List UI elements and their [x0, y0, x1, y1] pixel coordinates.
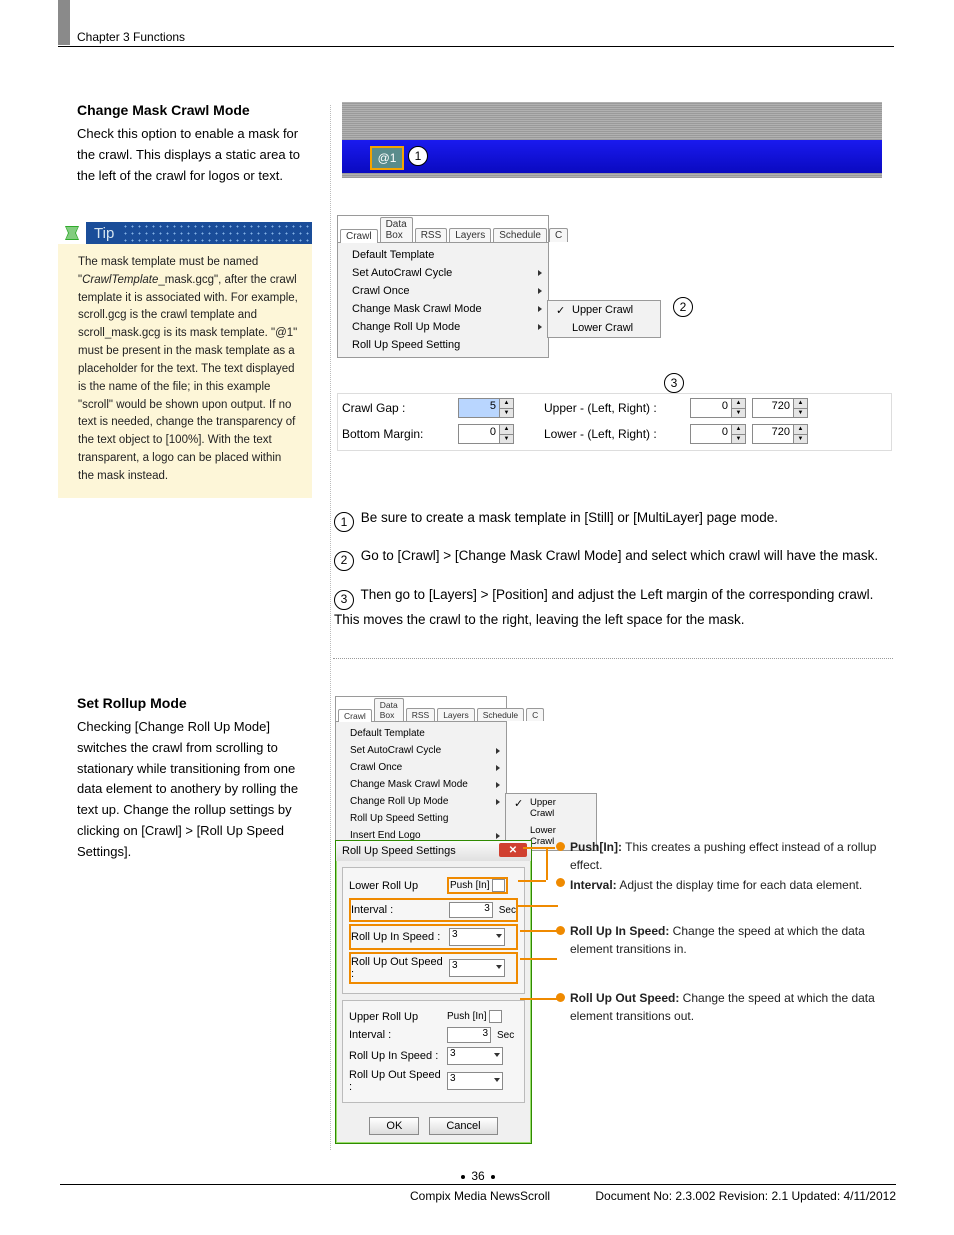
- callout-outspd: Roll Up Out Speed: Change the speed at w…: [570, 989, 890, 1025]
- menu-item-rollup[interactable]: Change Roll Up Mode Upper Crawl Lower Cr…: [336, 793, 506, 810]
- upper-rollup-label: Upper Roll Up: [349, 1011, 441, 1023]
- tip-dots: [122, 222, 312, 244]
- step-1: 1 Be sure to create a mask template in […: [334, 508, 889, 533]
- interval-label: Interval :: [351, 904, 443, 916]
- step-3: 3 Then go to [Layers] > [Position] and a…: [334, 585, 889, 629]
- menu-item[interactable]: Crawl Once: [338, 282, 548, 300]
- dialog-title-bar: Roll Up Speed Settings ✕: [336, 841, 531, 861]
- callout-inspd: Roll Up In Speed: Change the speed at wh…: [570, 922, 890, 958]
- tab-layers[interactable]: Layers: [449, 228, 491, 242]
- sidebar-stripe: [58, 0, 70, 45]
- callout-pushin: Push[In]: This creates a pushing effect …: [570, 838, 890, 874]
- crawl-menu: Crawl Data Box RSS Layers Schedule C Def…: [337, 215, 549, 358]
- menu-item-change-mask[interactable]: Change Mask Crawl Mode Upper Crawl Lower…: [338, 300, 548, 318]
- tip-box: Tip The mask template must be named "Cra…: [58, 222, 312, 498]
- bottom-margin-spinner[interactable]: 0▲▼: [458, 424, 514, 444]
- mask-placeholder: @1: [370, 146, 404, 170]
- section2-body: Checking [Change Roll Up Mode] switches …: [77, 717, 312, 863]
- callout-2-marker: 2: [673, 297, 693, 317]
- tip-label: Tip: [94, 225, 114, 242]
- submenu-upper[interactable]: Upper Crawl: [548, 301, 660, 319]
- outspd-label: Roll Up Out Speed :: [351, 956, 443, 980]
- footer-right: Document No: 2.3.002 Revision: 2.1 Updat…: [595, 1189, 896, 1203]
- upper-label: Upper - (Left, Right) :: [544, 401, 684, 415]
- tip-body: The mask template must be named "CrawlTe…: [58, 244, 312, 498]
- chapter-heading: Chapter 3 Functions: [77, 30, 185, 44]
- inspd-label: Roll Up In Speed :: [351, 931, 443, 943]
- section1-title: Change Mask Crawl Mode: [77, 102, 312, 118]
- menu-item[interactable]: Change Roll Up Mode: [338, 318, 548, 336]
- lower-label: Lower - (Left, Right) :: [544, 427, 684, 441]
- section1-body: Check this option to enable a mask for t…: [77, 124, 312, 186]
- outspd-select-upper[interactable]: 3: [447, 1072, 503, 1090]
- crawl-preview: @1 1: [342, 102, 882, 178]
- menu-tabs: Crawl Data Box RSS Layers Schedule C: [338, 216, 548, 243]
- inspd-select[interactable]: 3: [449, 928, 505, 946]
- section2-title: Set Rollup Mode: [77, 695, 312, 711]
- bottom-margin-label: Bottom Margin:: [342, 427, 452, 441]
- callout-interval: Interval: Adjust the display time for ea…: [570, 876, 890, 894]
- rollup-dialog: Roll Up Speed Settings ✕ Lower Roll Up P…: [335, 840, 532, 1144]
- tab-rss[interactable]: RSS: [415, 228, 448, 242]
- guide-line: [330, 105, 331, 1150]
- ok-button[interactable]: OK: [369, 1117, 419, 1135]
- lower-left-spinner[interactable]: 0▲▼: [690, 424, 746, 444]
- pushin-lower-checkbox[interactable]: [492, 879, 505, 892]
- page-number: 36: [471, 1169, 484, 1183]
- pushin-upper-checkbox[interactable]: [489, 1010, 502, 1023]
- top-rule: [58, 46, 894, 47]
- menu-item[interactable]: Default Template: [338, 246, 548, 264]
- menu-item[interactable]: Set AutoCrawl Cycle: [338, 264, 548, 282]
- step-2: 2 Go to [Crawl] > [Change Mask Crawl Mod…: [334, 546, 889, 571]
- rollup-menu: Crawl Data Box RSS Layers Schedule C Def…: [335, 696, 507, 848]
- tab-databox[interactable]: Data Box: [380, 217, 413, 242]
- footer-left: Compix Media NewsScroll: [410, 1189, 550, 1203]
- crawl-gap-spinner[interactable]: 5▲▼: [458, 398, 514, 418]
- tab-c[interactable]: C: [549, 228, 568, 242]
- menu-item[interactable]: Roll Up Speed Setting: [338, 336, 548, 354]
- lower-rollup-label: Lower Roll Up: [349, 880, 441, 892]
- separator: [333, 658, 893, 659]
- cancel-button[interactable]: Cancel: [429, 1117, 497, 1135]
- upper-right-spinner[interactable]: 720▲▼: [752, 398, 808, 418]
- callout-3-marker: 3: [664, 373, 684, 393]
- submenu-lower[interactable]: Lower Crawl: [548, 319, 660, 337]
- close-icon[interactable]: ✕: [499, 843, 527, 857]
- tab-schedule[interactable]: Schedule: [493, 228, 547, 242]
- interval-input-upper[interactable]: 3: [447, 1027, 491, 1043]
- inspd-select-upper[interactable]: 3: [447, 1047, 503, 1065]
- submenu: Upper Crawl Lower Crawl: [547, 300, 661, 338]
- tab-crawl[interactable]: Crawl: [340, 229, 378, 243]
- upper-left-spinner[interactable]: 0▲▼: [690, 398, 746, 418]
- crawl-gap-label: Crawl Gap :: [342, 401, 452, 415]
- tip-icon: [58, 222, 86, 244]
- callout-1-marker: 1: [408, 146, 428, 166]
- outspd-select[interactable]: 3: [449, 959, 505, 977]
- lower-right-spinner[interactable]: 720▲▼: [752, 424, 808, 444]
- interval-input[interactable]: 3: [449, 902, 493, 918]
- pushin-lower-box: Push [In]: [447, 877, 508, 894]
- dialog-title: Roll Up Speed Settings: [342, 845, 456, 857]
- page-footer: 36 Compix Media NewsScroll Document No: …: [60, 1170, 896, 1203]
